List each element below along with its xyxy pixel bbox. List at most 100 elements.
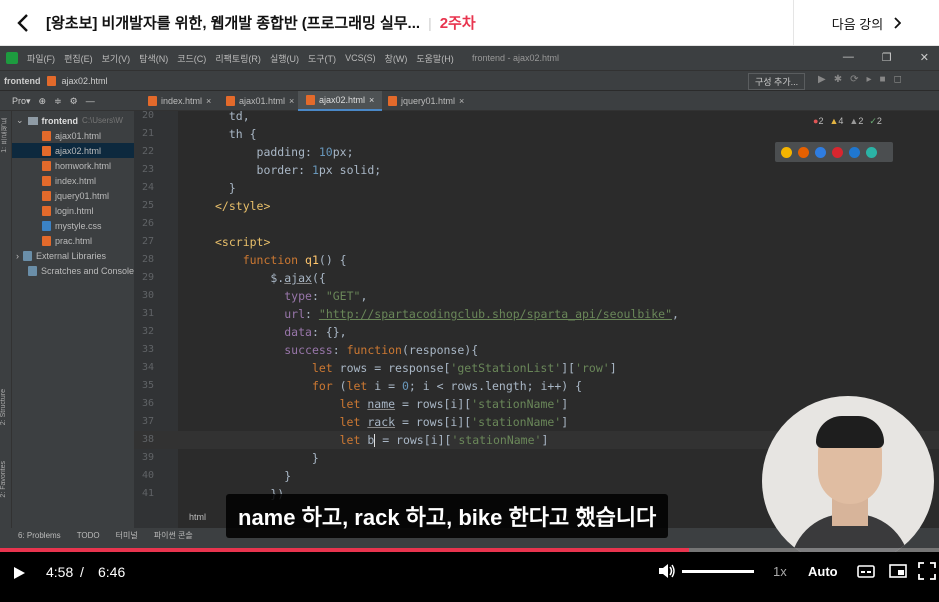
tab-ajax01: ajax01.html ×	[218, 91, 302, 111]
line-number: 38	[141, 434, 154, 445]
code-line: 24 }	[134, 179, 939, 197]
opera-icon	[832, 146, 843, 158]
warning-count-value: 4	[838, 116, 844, 126]
css-file-icon	[42, 220, 51, 231]
pycharm-logo-icon	[6, 52, 18, 64]
tree-file: login.html	[42, 203, 94, 218]
tree-root: ⌄ frontend C:\Users\W	[16, 113, 123, 128]
chevron-right-icon	[894, 17, 902, 29]
html-file-icon	[42, 190, 51, 201]
current-time: 4:58	[46, 564, 74, 580]
html-file-icon	[148, 96, 157, 106]
gear-icon: ⚙	[69, 95, 78, 106]
code-text: data: {},	[284, 325, 347, 339]
project-tree: ⌄ frontend C:\Users\W ajax01.html ajax02…	[12, 111, 134, 541]
tool-terminal: 터미널	[115, 530, 138, 540]
back-button[interactable]	[0, 0, 46, 46]
tree-scratches: Scratches and Console	[28, 263, 134, 278]
tab-label: ajax01.html	[239, 96, 286, 106]
tool-todo: TODO	[76, 530, 100, 540]
player-controls: 4:58 / 6:46 1x Auto	[0, 552, 939, 602]
next-lecture-button[interactable]: 다음 강의	[793, 0, 939, 46]
line-number: 37	[141, 416, 154, 427]
line-number: 31	[141, 308, 154, 319]
html-file-icon	[42, 130, 51, 141]
code-line: 23 border: 1px solid;	[134, 161, 939, 179]
menu-view: 보기(V)	[101, 53, 131, 64]
lecture-header: [왕초보] 비개발자를 위한, 웹개발 종합반 (프로그래밍 실무... | 2…	[0, 0, 939, 46]
line-number: 39	[141, 452, 154, 463]
line-number: 20	[141, 111, 154, 121]
weak-warning-count: ▲2	[849, 116, 864, 126]
pip-icon[interactable]	[889, 562, 907, 580]
line-number: 30	[141, 290, 154, 301]
code-text: let rows = response['getStationList']['r…	[311, 361, 617, 375]
title-separator: |	[428, 14, 432, 31]
side-label-project: 1: 프로젝트	[1, 117, 8, 153]
code-text: for (let i = 0; i < rows.length; i++) {	[311, 379, 583, 393]
volume-icon[interactable]	[658, 563, 676, 579]
menu-tools: 도구(T)	[308, 53, 337, 64]
chevron-left-icon	[17, 13, 28, 32]
expand-icon: ⌄	[16, 115, 24, 125]
play-button[interactable]	[12, 566, 26, 580]
time-separator: /	[80, 564, 84, 580]
tree-external-label: External Libraries	[36, 250, 107, 261]
weak-warning-value: 2	[858, 116, 864, 126]
expand-icon: ›	[16, 250, 19, 261]
tab-label: index.html	[161, 96, 203, 106]
menu-navigate: 탐색(N)	[139, 53, 169, 64]
close-icon: ✕	[919, 52, 929, 64]
code-line: 33 success: function(response){	[134, 341, 939, 359]
nav-file: ajax02.html	[61, 75, 108, 86]
error-count-value: 2	[818, 116, 824, 126]
code-text: </style>	[215, 199, 271, 213]
minimize-icon: —	[842, 51, 854, 63]
quality-selector[interactable]: Auto	[808, 564, 838, 579]
code-text: td,	[215, 111, 250, 123]
webcam-hair	[816, 416, 884, 448]
subtitle-caption: name 하고, rack 하고, bike 한다고 했습니다	[226, 494, 669, 538]
ide-menubar: 파일(F) 편집(E) 보기(V) 탐색(N) 코드(C) 리팩토링(R) 실행…	[0, 46, 939, 70]
captions-icon[interactable]	[857, 562, 875, 580]
lecture-page: [왕초보] 비개발자를 위한, 웹개발 종합반 (프로그래밍 실무... | 2…	[0, 0, 939, 602]
line-number: 22	[141, 146, 154, 157]
editor-tab-row: Pro▾ ⊕ ≑ ⚙ — index.html × ajax01.html × …	[0, 91, 939, 111]
tree-file-label: index.html	[55, 175, 97, 186]
volume-slider[interactable]	[682, 570, 754, 573]
code-text: }	[215, 181, 236, 195]
tool-python-console: 파이썬 콘솔	[153, 530, 193, 540]
line-number: 40	[141, 470, 154, 481]
menu-file: 파일(F)	[27, 53, 56, 64]
tree-file: ajax01.html	[42, 128, 101, 143]
typo-count-value: 2	[876, 116, 882, 126]
line-number: 26	[141, 218, 154, 229]
nav-project: frontend	[4, 75, 41, 86]
line-number: 29	[141, 272, 154, 283]
ide-window-title: frontend - ajax02.html	[472, 53, 560, 63]
code-text: $.ajax({	[215, 271, 326, 285]
line-number: 34	[141, 362, 154, 373]
project-dropdown: Pro▾	[12, 95, 31, 106]
code-text: th {	[215, 127, 257, 141]
scratches-icon	[28, 265, 37, 276]
code-line: 31 url: "http://spartacodingclub.shop/sp…	[134, 305, 939, 323]
playback-speed[interactable]: 1x	[773, 564, 787, 579]
code-line: 21 th {	[134, 125, 939, 143]
fullscreen-icon[interactable]	[918, 562, 936, 580]
html-file-icon	[42, 235, 51, 246]
code-breadcrumb: html	[189, 512, 207, 522]
tree-root-path: C:\Users\W	[82, 116, 123, 125]
ide-navbar: frontend ajax02.html 구성 추가... ▶✱⟳▸■◻	[0, 70, 939, 90]
tab-label: ajax02.html	[319, 95, 366, 105]
video-player[interactable]: 파일(F) 편집(E) 보기(V) 탐색(N) 코드(C) 리팩토링(R) 실행…	[0, 46, 939, 602]
target-icon: ⊕	[38, 95, 47, 106]
ie-icon	[849, 146, 860, 158]
tree-file-label: login.html	[55, 205, 94, 216]
run-config-button: 구성 추가...	[748, 73, 806, 90]
course-title: [왕초보] 비개발자를 위한, 웹개발 종합반 (프로그래밍 실무...	[46, 15, 421, 32]
menu-window: 창(W)	[384, 53, 408, 64]
safari-icon	[815, 146, 826, 158]
code-line: 34 let rows = response['getStationList']…	[134, 359, 939, 377]
code-line: 27 <script>	[134, 233, 939, 251]
